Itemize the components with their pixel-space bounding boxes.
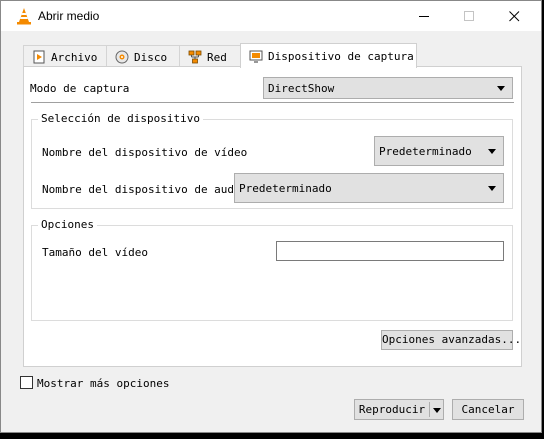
capture-device-panel: Modo de captura DirectShow Selección de … bbox=[23, 66, 522, 367]
audio-device-select[interactable]: Predeterminado bbox=[234, 173, 504, 203]
device-selection-group: Selección de dispositivo Nombre del disp… bbox=[31, 112, 513, 209]
capture-mode-value: DirectShow bbox=[268, 82, 335, 95]
play-dropdown-button[interactable] bbox=[430, 400, 443, 419]
vlc-cone-icon bbox=[17, 8, 31, 25]
maximize-button[interactable] bbox=[447, 1, 492, 31]
title-bar[interactable]: Abrir medio bbox=[1, 1, 541, 31]
window-title: Abrir medio bbox=[38, 9, 100, 23]
video-size-input[interactable] bbox=[276, 241, 504, 261]
capture-mode-select[interactable]: DirectShow bbox=[263, 77, 513, 99]
tab-dispositivo-de-captura[interactable]: Dispositivo de captura bbox=[240, 43, 417, 68]
divider bbox=[31, 102, 514, 103]
tab-disco[interactable]: Disco bbox=[106, 45, 180, 67]
video-device-value: Predeterminado bbox=[379, 145, 472, 158]
options-title: Opciones bbox=[38, 218, 97, 231]
tab-archivo[interactable]: Archivo bbox=[23, 45, 107, 67]
network-icon bbox=[188, 50, 202, 64]
tab-label: Archivo bbox=[51, 51, 98, 64]
tab-label: Dispositivo de captura bbox=[268, 50, 414, 63]
disc-icon bbox=[115, 50, 129, 64]
chevron-down-icon bbox=[488, 149, 496, 154]
chevron-down-icon bbox=[497, 86, 505, 91]
video-device-select[interactable]: Predeterminado bbox=[374, 136, 504, 166]
play-split-button: Reproducir bbox=[354, 399, 444, 420]
video-size-label: Tamaño del vídeo bbox=[42, 246, 148, 259]
tab-red[interactable]: Red bbox=[179, 45, 241, 67]
device-selection-title: Selección de dispositivo bbox=[38, 112, 203, 125]
advanced-options-button[interactable]: Opciones avanzadas... bbox=[381, 330, 521, 350]
capture-device-icon bbox=[249, 50, 263, 63]
close-button[interactable] bbox=[492, 1, 537, 31]
close-icon bbox=[509, 11, 520, 22]
minimize-icon bbox=[419, 16, 429, 17]
video-device-label: Nombre del dispositivo de vídeo bbox=[42, 146, 248, 159]
tab-label: Disco bbox=[134, 51, 168, 64]
cancel-button[interactable]: Cancelar bbox=[452, 399, 524, 420]
maximize-icon bbox=[464, 11, 474, 21]
file-play-icon bbox=[33, 50, 45, 64]
chevron-down-icon bbox=[433, 408, 441, 413]
chevron-down-icon bbox=[488, 186, 496, 191]
audio-device-value: Predeterminado bbox=[239, 182, 332, 195]
show-more-options-checkbox[interactable] bbox=[20, 376, 33, 389]
show-more-options-label[interactable]: Mostrar más opciones bbox=[37, 377, 169, 390]
capture-mode-label: Modo de captura bbox=[30, 82, 130, 95]
minimize-button[interactable] bbox=[402, 1, 447, 31]
options-group: Opciones Tamaño del vídeo bbox=[31, 218, 513, 321]
tab-label: Red bbox=[207, 51, 227, 64]
play-button[interactable]: Reproducir bbox=[355, 400, 429, 419]
audio-device-label: Nombre del dispositivo de audio bbox=[42, 183, 248, 196]
open-media-dialog: Abrir medio Archivo Disco Red Dispositiv… bbox=[0, 0, 542, 433]
